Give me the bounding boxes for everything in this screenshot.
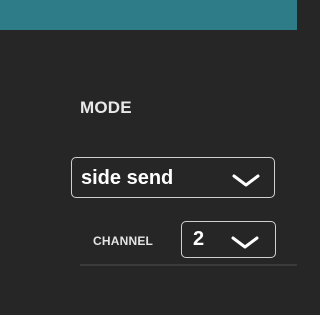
mode-label: MODE	[80, 98, 132, 117]
mode-select-value: side send	[81, 167, 174, 189]
channel-select-value: 2	[193, 228, 205, 250]
top-bar	[0, 0, 297, 30]
chevron-down-icon	[232, 174, 260, 187]
chevron-down-icon	[231, 236, 259, 249]
divider	[80, 264, 297, 266]
channel-select[interactable]: 2	[181, 221, 276, 258]
channel-label: CHANNEL	[93, 234, 154, 248]
mode-select[interactable]: side send	[71, 157, 275, 198]
